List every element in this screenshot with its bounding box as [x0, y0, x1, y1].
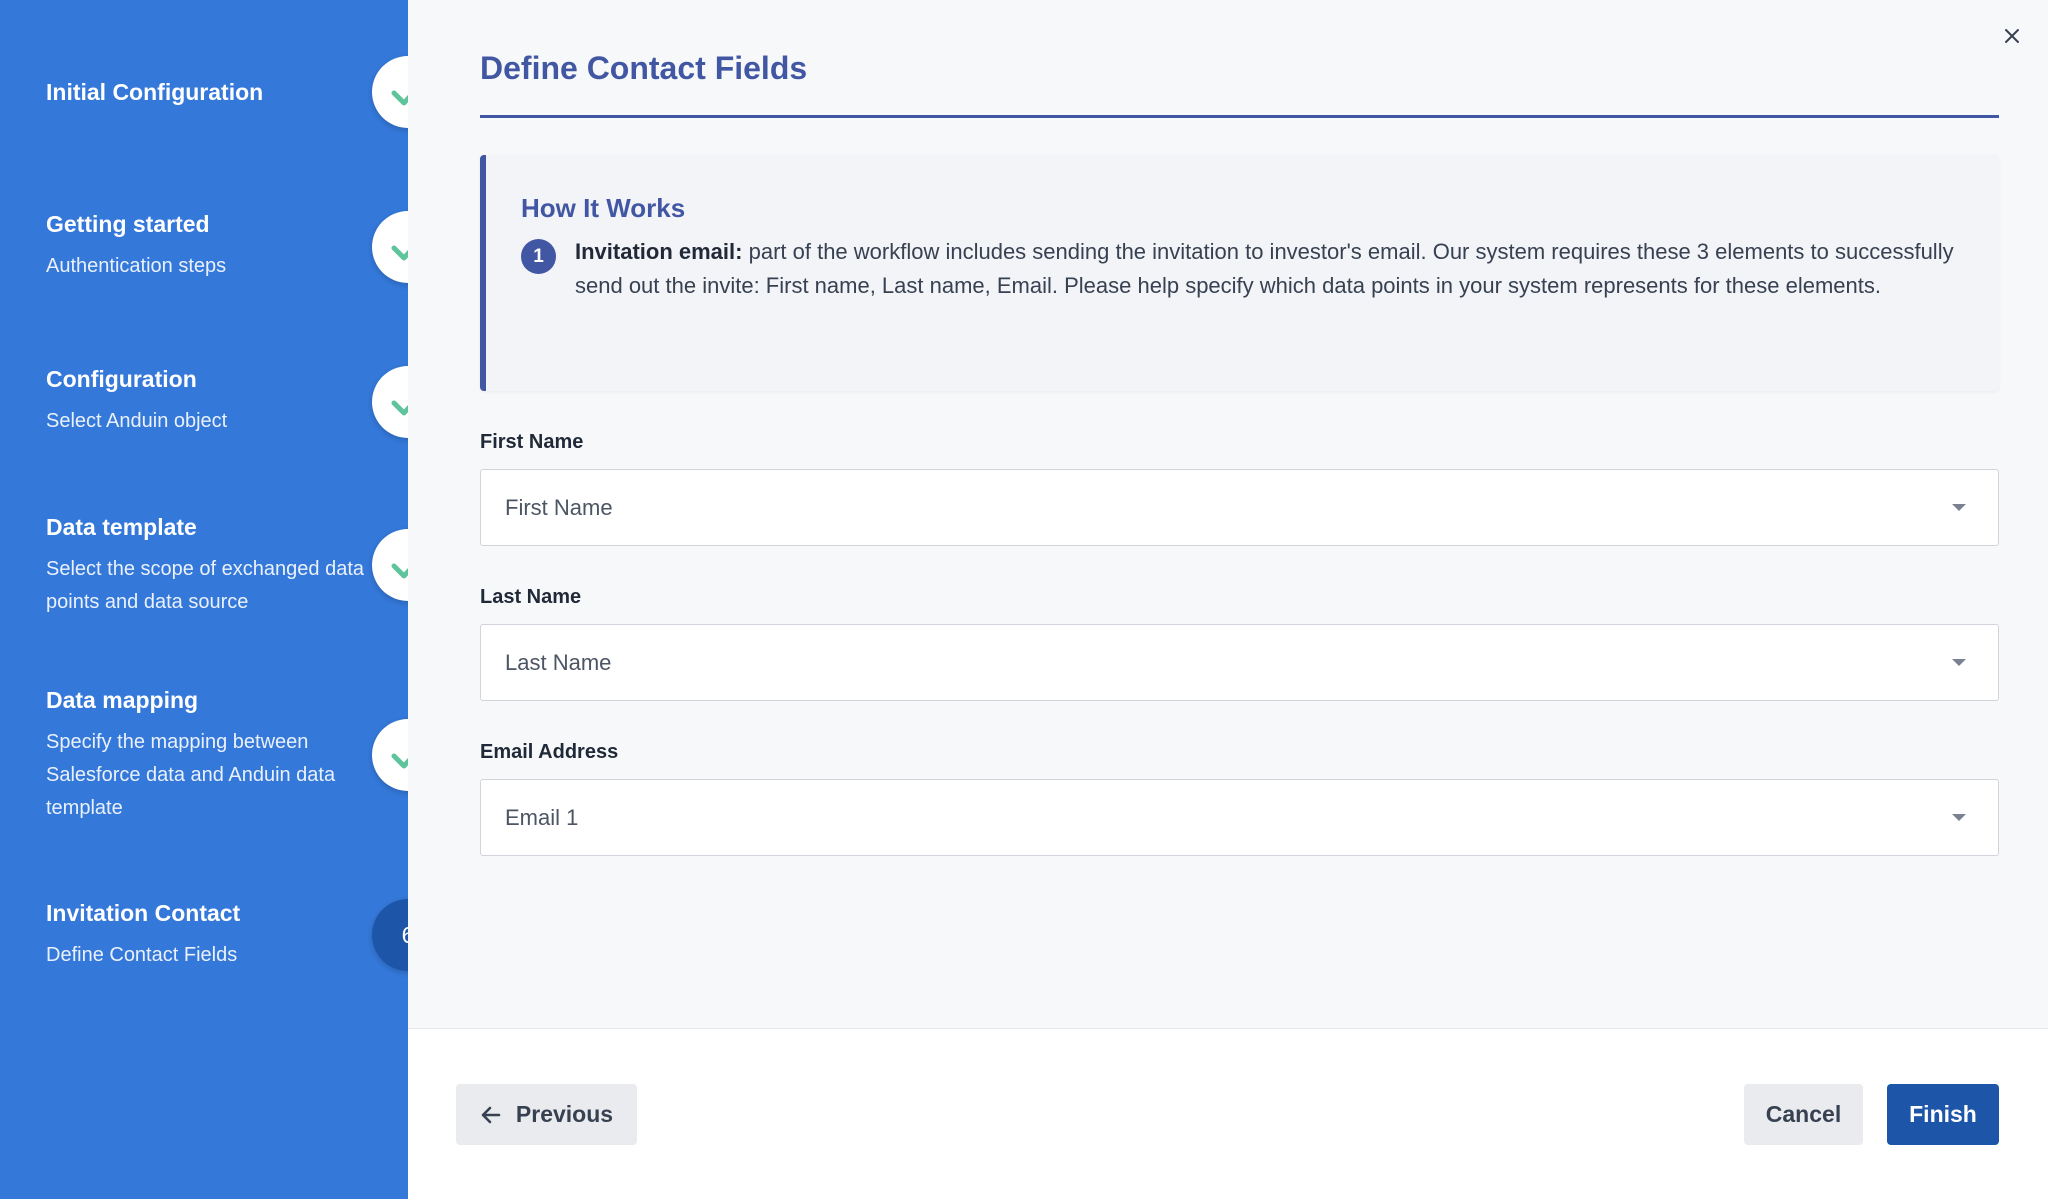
step-title: Initial Configuration: [46, 79, 264, 105]
chevron-down-icon: [1952, 659, 1966, 666]
info-title: How It Works: [521, 193, 686, 223]
info-step-number: 1: [521, 239, 556, 274]
last-name-select[interactable]: Last Name: [480, 624, 1999, 701]
step-configuration[interactable]: Configuration Select Anduin object: [46, 364, 376, 438]
page-title: Define Contact Fields: [480, 50, 808, 86]
previous-button[interactable]: Previous: [456, 1084, 637, 1145]
step-data-mapping[interactable]: Data mapping Specify the mapping between…: [46, 685, 376, 825]
chevron-down-icon: [1952, 504, 1966, 511]
step-description: Specify the mapping between Salesforce d…: [46, 731, 336, 819]
cancel-button[interactable]: Cancel: [1744, 1084, 1863, 1145]
info-text: Invitation email: part of the workflow i…: [575, 235, 1965, 303]
how-it-works-panel: How It Works 1 Invitation email: part of…: [480, 155, 1999, 391]
close-icon: [2005, 29, 2019, 43]
step-title: Data template: [46, 514, 197, 540]
previous-label: Previous: [515, 1101, 614, 1127]
step-getting-started[interactable]: Getting started Authentication steps: [46, 209, 376, 283]
title-divider: [480, 115, 1999, 118]
wizard-sidebar: Initial Configuration Getting started Au…: [0, 0, 444, 1199]
step-title: Invitation Contact: [46, 900, 241, 926]
first-name-select[interactable]: First Name: [480, 469, 1999, 546]
chevron-down-icon: [1952, 814, 1966, 821]
info-lead: Invitation email:: [575, 239, 743, 264]
arrow-left-icon: [481, 1106, 501, 1123]
step-title: Configuration: [46, 366, 197, 392]
step-initial-configuration[interactable]: Initial Configuration: [46, 77, 376, 107]
info-body: part of the workflow includes sending th…: [575, 239, 1954, 298]
finish-button[interactable]: Finish: [1887, 1084, 1999, 1145]
select-value: Email 1: [505, 805, 579, 830]
step-data-template[interactable]: Data template Select the scope of exchan…: [46, 512, 376, 619]
last-name-label: Last Name: [480, 586, 582, 608]
select-value: First Name: [505, 495, 613, 520]
step-title: Data mapping: [46, 687, 199, 713]
step-description: Define Contact Fields: [46, 944, 238, 966]
email-address-label: Email Address: [480, 741, 619, 763]
email-address-select[interactable]: Email 1: [480, 779, 1999, 856]
step-invitation-contact[interactable]: Invitation Contact Define Contact Fields: [46, 898, 376, 972]
step-description: Authentication steps: [46, 255, 227, 277]
first-name-label: First Name: [480, 431, 584, 453]
close-button[interactable]: [2000, 24, 2024, 48]
step-description: Select the scope of exchanged data point…: [46, 558, 365, 613]
step-description: Select Anduin object: [46, 410, 228, 432]
select-value: Last Name: [505, 650, 612, 675]
step-title: Getting started: [46, 211, 210, 237]
